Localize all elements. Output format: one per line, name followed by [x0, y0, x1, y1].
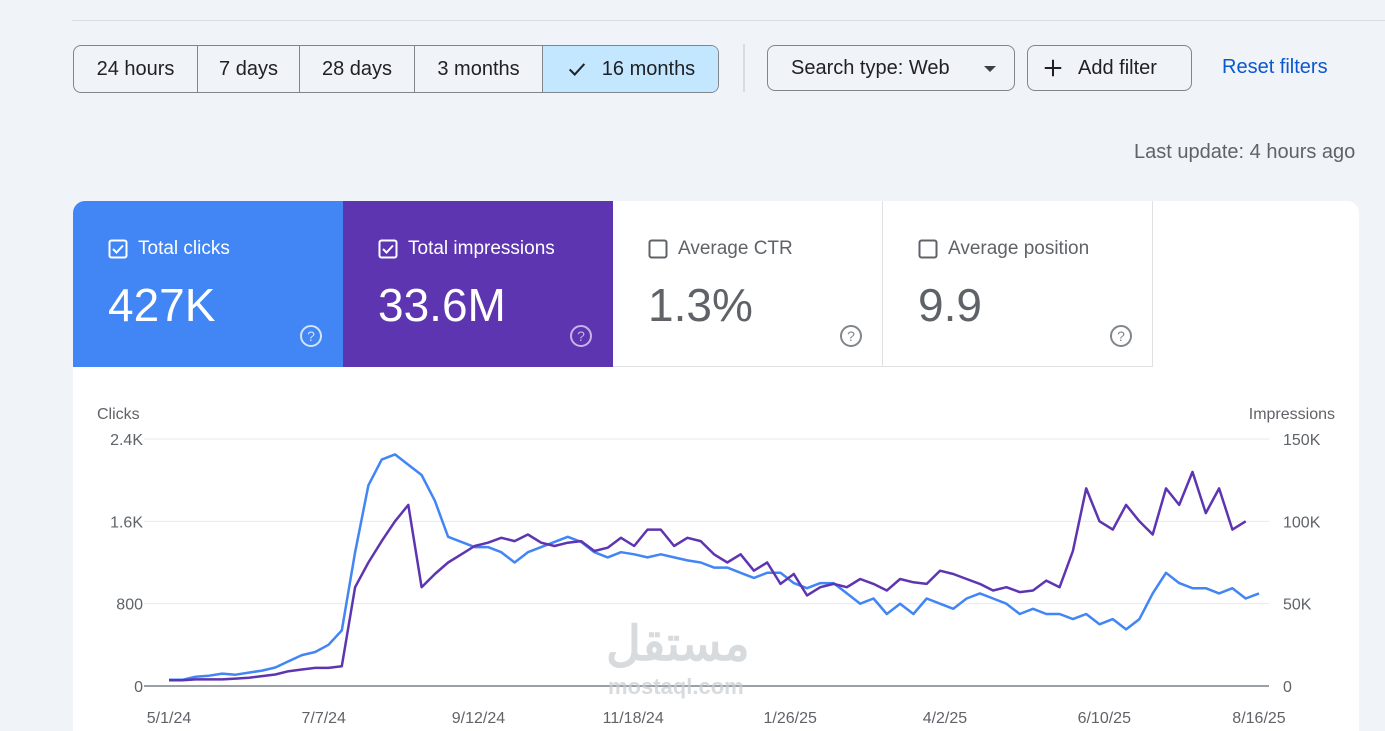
- x-tick-label: 5/1/24: [147, 710, 192, 727]
- y-left-tick-label: 800: [116, 597, 143, 614]
- toolbar-divider: [743, 44, 745, 92]
- watermark-arabic: مستقل: [606, 618, 751, 671]
- watermark: مستقل mostaql.com: [606, 616, 806, 699]
- y-left-tick-label: 2.4K: [110, 432, 143, 449]
- x-tick-label: 1/26/25: [764, 710, 817, 727]
- range-option-16-months[interactable]: 16 months: [543, 46, 718, 92]
- y-left-tick-label: 0: [134, 679, 143, 696]
- range-option-28-days[interactable]: 28 days: [300, 46, 415, 92]
- y-right-tick-label: 0: [1283, 679, 1292, 696]
- watermark-latin: mostaql.com: [608, 674, 744, 699]
- y-right-tick-label: 150K: [1283, 432, 1321, 449]
- add-filter-button[interactable]: Add filter: [1027, 45, 1192, 91]
- range-option-24-hours[interactable]: 24 hours: [74, 46, 198, 92]
- last-update-text: Last update: 4 hours ago: [1134, 141, 1356, 163]
- y-right-tick-label: 100K: [1283, 514, 1321, 531]
- checkmark-icon: [568, 63, 585, 76]
- y-right-axis-title: Impressions: [1249, 406, 1335, 423]
- y-left-tick-label: 1.6K: [110, 514, 143, 531]
- x-tick-label: 8/16/25: [1232, 710, 1285, 727]
- reset-filters-link[interactable]: Reset filters: [1222, 56, 1328, 79]
- y-right-tick-label: 50K: [1283, 597, 1312, 614]
- x-tick-label: 6/10/25: [1078, 710, 1131, 727]
- search-type-dropdown[interactable]: Search type: Web: [767, 45, 1015, 91]
- plus-icon: [1044, 59, 1062, 77]
- x-tick-label: 11/18/24: [603, 710, 664, 727]
- range-option-7-days[interactable]: 7 days: [198, 46, 300, 92]
- x-tick-label: 7/7/24: [301, 710, 346, 727]
- dropdown-caret-icon: [984, 66, 996, 72]
- x-tick-label: 4/2/25: [923, 710, 968, 727]
- y-left-axis-title: Clicks: [97, 406, 140, 423]
- date-range-selector: 24 hours 7 days 28 days 3 months 16 mont…: [73, 45, 719, 93]
- x-tick-label: 9/12/24: [452, 710, 505, 727]
- range-option-3-months[interactable]: 3 months: [415, 46, 543, 92]
- top-divider: [72, 20, 1385, 21]
